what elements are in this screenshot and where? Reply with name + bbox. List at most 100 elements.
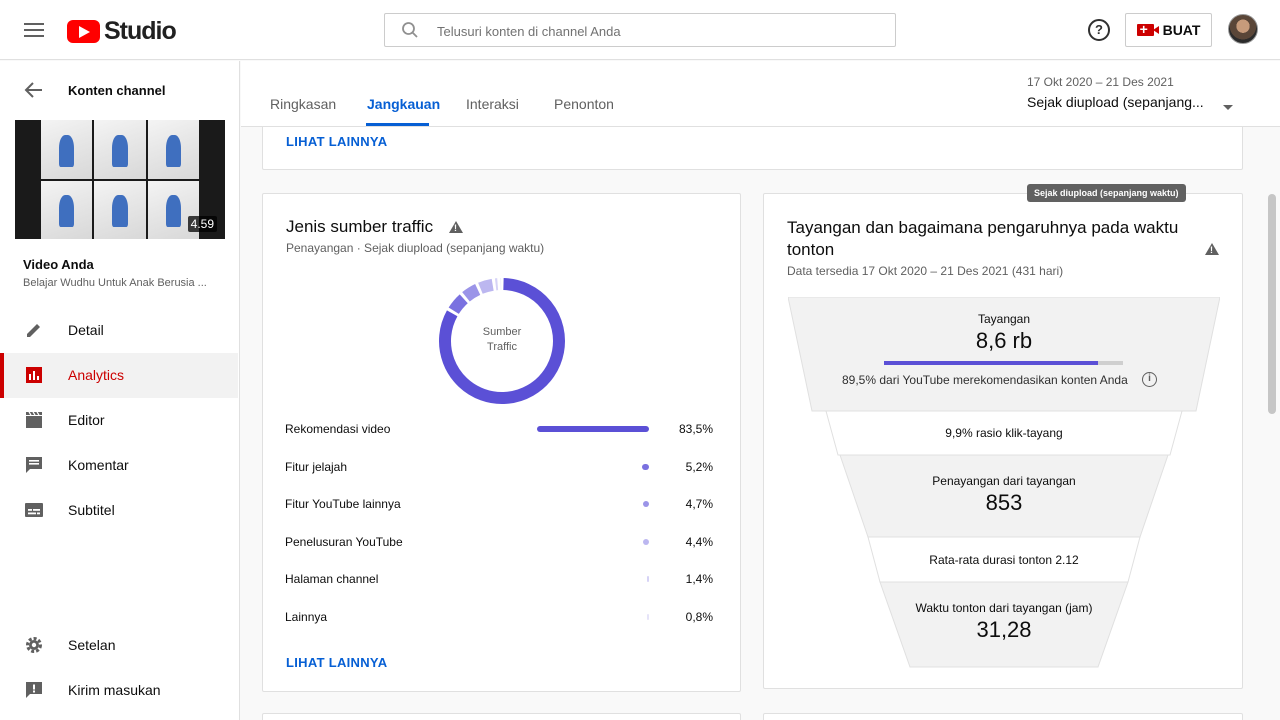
comment-icon bbox=[26, 457, 42, 473]
traffic-source-name: Lainnya bbox=[285, 609, 328, 624]
views-value: 853 bbox=[985, 490, 1023, 515]
see-more-link[interactable]: LIHAT LAINNYA bbox=[286, 134, 387, 149]
traffic-source-bar bbox=[537, 426, 649, 432]
tab-reach[interactable]: Jangkauan bbox=[367, 96, 440, 112]
create-button[interactable]: BUAT bbox=[1125, 13, 1212, 47]
help-icon[interactable]: ? bbox=[1088, 19, 1110, 41]
traffic-source-row[interactable]: Rekomendasi video 83,5% bbox=[285, 419, 713, 439]
traffic-card-subtitle: Penayangan · Sejak diupload (sepanjang w… bbox=[286, 241, 545, 255]
donut-center-label: Traffic bbox=[487, 341, 517, 353]
recommendation-progress bbox=[884, 361, 1123, 365]
search-input[interactable] bbox=[437, 20, 877, 42]
views-label: Penayangan dari tayangan bbox=[932, 474, 1076, 488]
back-to-content[interactable]: Konten channel bbox=[0, 73, 240, 109]
traffic-source-bar bbox=[643, 538, 649, 545]
sidebar-item-label: Editor bbox=[68, 412, 105, 428]
traffic-source-bar bbox=[647, 576, 649, 582]
sidebar-item-comments[interactable]: Komentar bbox=[0, 443, 238, 488]
sidebar-item-editor[interactable]: Editor bbox=[0, 398, 238, 443]
donut-slice[interactable] bbox=[478, 278, 494, 294]
watch-time-label: Waktu tonton dari tayangan (jam) bbox=[915, 601, 1093, 615]
traffic-source-row[interactable]: Penelusuran YouTube 4,4% bbox=[285, 532, 713, 552]
sidebar-item-detail[interactable]: Detail bbox=[0, 308, 238, 353]
impressions-funnel-card: Tayangan dan bagaimana pengaruhnya pada … bbox=[763, 193, 1243, 689]
traffic-source-bar bbox=[642, 463, 649, 470]
next-card-left bbox=[262, 713, 741, 720]
logo-text: Studio bbox=[104, 17, 177, 45]
create-video-icon bbox=[1136, 21, 1159, 37]
sidebar-item-subtitles[interactable]: Subtitel bbox=[0, 488, 238, 533]
date-range-selector[interactable]: 17 Okt 2020 – 21 Des 2021 Sejak diupload… bbox=[1027, 75, 1257, 110]
video-thumbnail[interactable]: 4.59 bbox=[15, 120, 225, 239]
tab-engagement[interactable]: Interaksi bbox=[466, 96, 519, 112]
create-label: BUAT bbox=[1162, 22, 1201, 38]
impressions-value: 8,6 rb bbox=[975, 328, 1033, 353]
youtube-logo-icon bbox=[67, 20, 100, 43]
traffic-source-row[interactable]: Fitur YouTube lainnya 4,7% bbox=[285, 494, 713, 514]
traffic-source-name: Halaman channel bbox=[285, 572, 379, 586]
traffic-source-name: Rekomendasi video bbox=[285, 422, 391, 436]
back-label: Konten channel bbox=[68, 83, 166, 98]
sidebar-item-feedback[interactable]: Kirim masukan bbox=[0, 668, 238, 713]
traffic-source-name: Penelusuran YouTube bbox=[285, 534, 403, 549]
traffic-source-percent: 4,4% bbox=[685, 534, 713, 549]
sidebar-item-label: Kirim masukan bbox=[68, 682, 161, 698]
traffic-source-row[interactable]: Lainnya 0,8% bbox=[285, 607, 713, 627]
see-more-link[interactable]: LIHAT LAINNYA bbox=[286, 655, 387, 670]
sidebar-item-label: Komentar bbox=[68, 457, 129, 473]
chevron-down-icon bbox=[1223, 105, 1233, 110]
date-tooltip: Sejak diupload (sepanjang waktu) bbox=[1027, 184, 1186, 202]
tab-audience[interactable]: Penonton bbox=[554, 96, 614, 112]
funnel-card-title: Tayangan dan bagaimana pengaruhnya pada … bbox=[787, 217, 1187, 261]
search-box[interactable] bbox=[384, 13, 896, 47]
traffic-source-card: Jenis sumber traffic Penayangan · Sejak … bbox=[262, 193, 741, 692]
donut-slice[interactable] bbox=[462, 284, 481, 302]
impressions-label: Tayangan bbox=[977, 312, 1031, 326]
warning-icon[interactable] bbox=[1205, 243, 1219, 255]
traffic-source-name: Fitur YouTube lainnya bbox=[285, 497, 401, 511]
info-icon[interactable]: i bbox=[1142, 372, 1157, 387]
avatar[interactable] bbox=[1228, 14, 1258, 44]
clapperboard-icon bbox=[26, 411, 42, 428]
watch-time-value: 31,28 bbox=[976, 617, 1032, 642]
donut-slice[interactable] bbox=[448, 294, 468, 315]
sidebar-item-label: Detail bbox=[68, 322, 104, 338]
scrollbar[interactable] bbox=[1268, 194, 1276, 414]
traffic-source-name: Fitur jelajah bbox=[285, 459, 348, 474]
avg-duration-text: Rata-rata durasi tonton 2.12 bbox=[929, 553, 1079, 567]
funnel-title-line: Tayangan dan bagaimana pengaruhnya pada … bbox=[787, 218, 1179, 237]
video-duration: 4.59 bbox=[187, 216, 217, 232]
menu-icon[interactable] bbox=[22, 20, 46, 40]
main-content: Ringkasan Jangkauan Interaksi Penonton 1… bbox=[241, 61, 1280, 720]
traffic-source-bar bbox=[647, 613, 649, 620]
traffic-source-percent: 83,5% bbox=[678, 422, 713, 436]
traffic-source-row[interactable]: Fitur jelajah 5,2% bbox=[285, 457, 713, 477]
pencil-icon bbox=[27, 324, 40, 337]
top-bar: Studio ? BUAT bbox=[0, 0, 1280, 60]
date-range-dates: 17 Okt 2020 – 21 Des 2021 bbox=[1027, 75, 1174, 89]
traffic-card-title: Jenis sumber traffic bbox=[286, 217, 434, 236]
sidebar-item-settings[interactable]: Setelan bbox=[0, 623, 238, 668]
video-label: Video Anda bbox=[23, 257, 94, 272]
tab-overview[interactable]: Ringkasan bbox=[270, 96, 336, 112]
traffic-source-percent: 4,7% bbox=[685, 497, 713, 511]
warning-icon[interactable] bbox=[449, 221, 463, 233]
traffic-source-row[interactable]: Halaman channel 1,4% bbox=[285, 569, 713, 589]
traffic-source-percent: 0,8% bbox=[685, 609, 713, 624]
funnel-card-subtitle: Data tersedia 17 Okt 2020 – 21 Des 2021 … bbox=[787, 264, 1064, 278]
sidebar-item-label: Setelan bbox=[68, 637, 116, 653]
back-arrow-icon bbox=[24, 82, 42, 98]
sidebar: Konten channel 4.59 Video Anda Belajar W… bbox=[0, 61, 240, 720]
analytics-icon bbox=[26, 367, 42, 383]
donut-center-label: Sumber bbox=[482, 326, 522, 338]
search-icon bbox=[402, 22, 418, 38]
sidebar-item-label: Analytics bbox=[68, 367, 125, 383]
tabs-bar: Ringkasan Jangkauan Interaksi Penonton 1… bbox=[241, 61, 1280, 127]
traffic-source-percent: 5,2% bbox=[685, 459, 713, 474]
funnel-title-line: tonton bbox=[787, 240, 835, 259]
studio-logo[interactable]: Studio bbox=[67, 17, 177, 46]
ctr-text: 9,9% rasio klik-tayang bbox=[945, 426, 1063, 440]
recommendation-progress-fill bbox=[884, 361, 1098, 365]
recommendation-text: 89,5% dari YouTube merekomendasikan kont… bbox=[842, 373, 1128, 387]
sidebar-item-analytics[interactable]: Analytics bbox=[0, 353, 238, 398]
